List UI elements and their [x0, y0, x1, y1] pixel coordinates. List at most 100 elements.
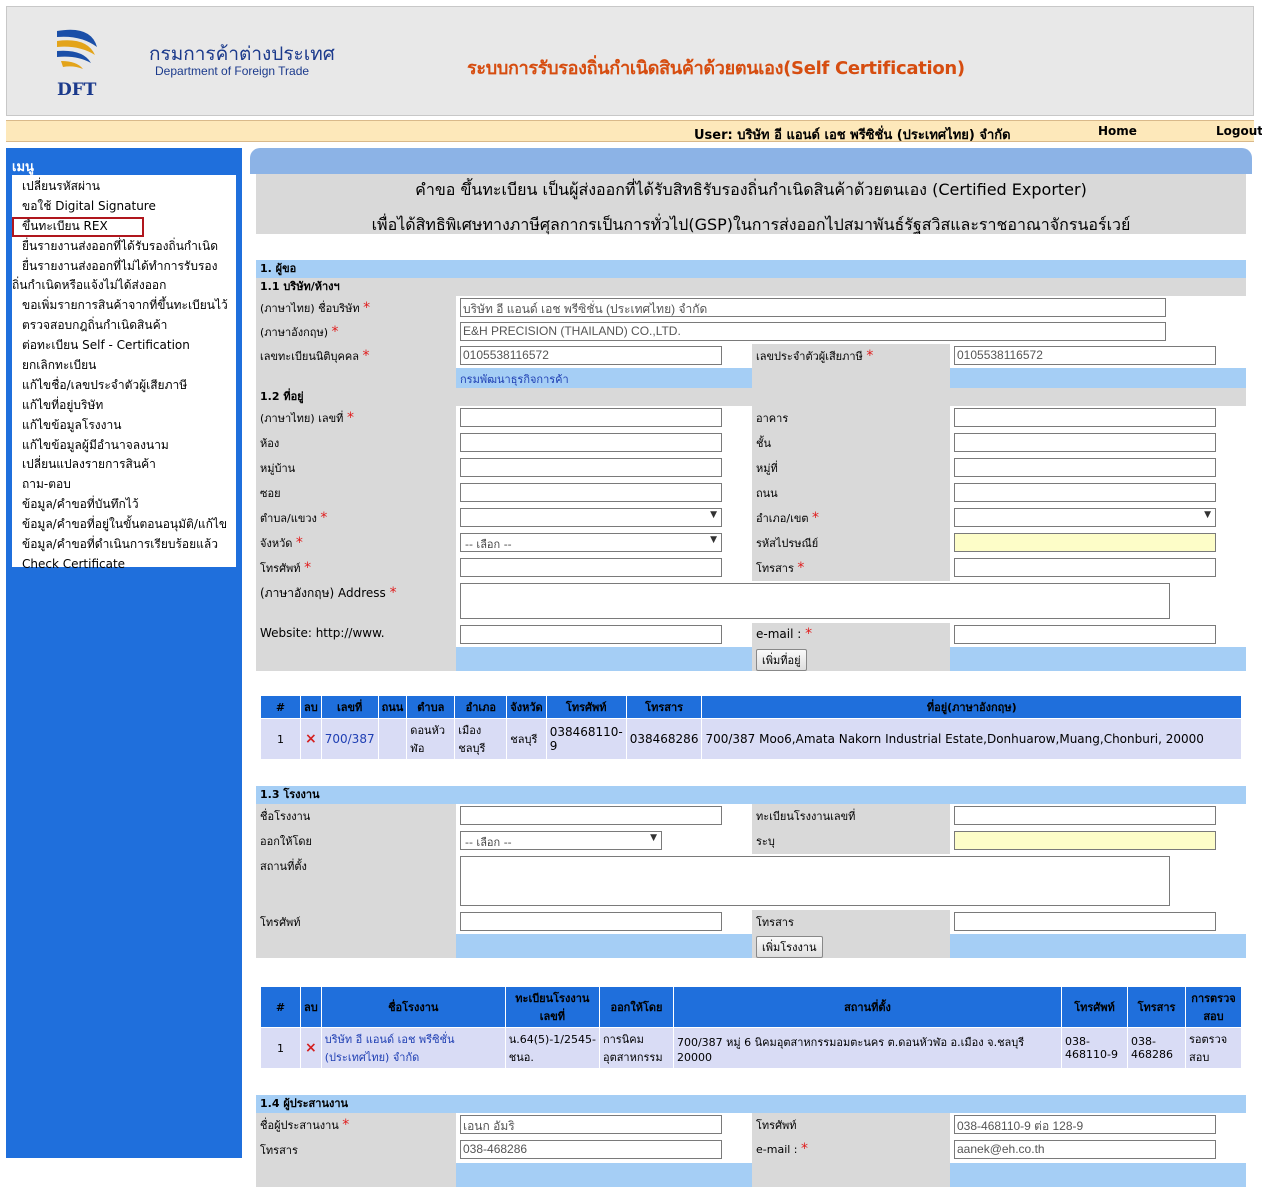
road-label: ถนน — [752, 481, 950, 506]
col-no: # — [260, 986, 301, 1028]
col-inspection: การตรวจสอบ — [1185, 986, 1242, 1028]
postcode-input[interactable] — [954, 533, 1216, 552]
menu-item-cancel-registration[interactable]: ยกเลิกทะเบียน — [12, 356, 236, 376]
cell-addr-no[interactable]: 700/387 — [320, 718, 379, 760]
room-label: ห้อง — [256, 431, 456, 456]
col-factory-reg: ทะเบียนโรงงานเลขที่ — [504, 986, 600, 1028]
col-province: จังหวัด — [506, 695, 547, 719]
coord-fax-input[interactable]: 038-468286 — [460, 1140, 722, 1159]
coord-name-input[interactable]: เอนก อัมริ — [460, 1115, 722, 1134]
home-link[interactable]: Home — [1098, 124, 1137, 138]
factory-phone-label: โทรศัพท์ — [256, 910, 456, 934]
cell-subdistrict: ดอนหัวฬ่อ — [406, 718, 456, 760]
menu-item-saved-requests[interactable]: ข้อมูล/คำขอที่บันทึกไว้ — [12, 495, 236, 515]
website-input[interactable] — [460, 625, 722, 644]
province-select[interactable]: -- เลือก -- ▼ — [460, 533, 722, 552]
form-body: คำขอ ขึ้นทะเบียน เป็นผู้ส่งออกที่ได้รับส… — [256, 174, 1246, 1187]
coord-phone-input[interactable]: 038-468110-9 ต่อ 128-9 — [954, 1115, 1216, 1134]
cell-factory-name[interactable]: บริษัท อี แอนด์ เอช พรีซิชั่น (ประเทศไทย… — [320, 1027, 506, 1069]
logout-link[interactable]: Logout — [1216, 124, 1262, 138]
menu-item-edit-address[interactable]: แก้ไขที่อยู่บริษัท — [12, 396, 236, 416]
table-row: 1 × บริษัท อี แอนด์ เอช พรีซิชั่น (ประเท… — [260, 1027, 1242, 1069]
room-input[interactable] — [460, 433, 722, 452]
factory-phone-input[interactable] — [460, 912, 722, 931]
required-mark: * — [346, 410, 354, 426]
row-name-en: (ภาษาอังกฤษ) * E&H PRECISION (THAILAND) … — [256, 320, 1246, 344]
location-textarea[interactable] — [460, 856, 1170, 906]
form-title-line1: คำขอ ขึ้นทะเบียน เป็นผู้ส่งออกที่ได้รับส… — [415, 180, 1087, 199]
menu-item-edit-name-tax[interactable]: แก้ไขชื่อ/เลขประจำตัวผู้เสียภาษี — [12, 376, 236, 396]
cell-fax: 038-468286 — [1127, 1027, 1186, 1069]
moo-input[interactable] — [954, 458, 1216, 477]
menu-item-change-products[interactable]: เปลี่ยนแปลงรายการสินค้า — [12, 455, 236, 475]
company-name-th-input[interactable]: บริษัท อี แอนด์ เอช พรีซิชั่น (ประเทศไทย… — [460, 298, 1166, 317]
menu-item-change-password[interactable]: เปลี่ยนรหัสผ่าน — [12, 177, 236, 197]
add-factory-button[interactable]: เพิ่มโรงงาน — [756, 936, 823, 958]
section-factory: 1.3 โรงงาน — [256, 786, 1246, 804]
col-delete: ลบ — [300, 986, 322, 1028]
company-name-en-input[interactable]: E&H PRECISION (THAILAND) CO.,LTD. — [460, 322, 1166, 341]
subdistrict-select[interactable]: ▼ — [460, 508, 722, 527]
section-applicant: 1. ผู้ขอ — [256, 260, 1246, 278]
floor-input[interactable] — [954, 433, 1216, 452]
row-room-floor: ห้อง ชั้น — [256, 431, 1246, 456]
phone-input[interactable] — [460, 558, 722, 577]
row-add-address: เพิ่มที่อยู่ — [256, 647, 1246, 671]
add-address-button[interactable]: เพิ่มที่อยู่ — [756, 649, 807, 671]
factory-reg-input[interactable] — [954, 806, 1216, 825]
district-select[interactable]: ▼ — [954, 508, 1216, 527]
col-subdistrict: ตำบล — [406, 695, 456, 719]
issued-by-select[interactable]: -- เลือก -- ▼ — [460, 831, 662, 850]
soi-input[interactable] — [460, 483, 722, 502]
menu-item-export-report-uncertified-cont[interactable]: ถิ่นกำเนิดหรือแจ้งไม่ได้ส่งออก — [12, 276, 236, 296]
col-no: # — [260, 695, 301, 719]
delete-icon[interactable]: × — [305, 1040, 317, 1056]
required-mark: * — [362, 348, 370, 364]
building-input[interactable] — [954, 408, 1216, 427]
building-label: อาคาร — [752, 406, 950, 431]
menu-item-renew-registration[interactable]: ต่อทะเบียน Self - Certification — [12, 336, 236, 356]
reg-no-input[interactable]: 0105538116572 — [460, 346, 722, 365]
delete-icon[interactable]: × — [305, 731, 317, 747]
menu-item-check-certificate[interactable]: Check Certificate — [12, 555, 236, 575]
menu-item-edit-factory[interactable]: แก้ไขข้อมูลโรงงาน — [12, 416, 236, 436]
tax-no-input[interactable]: 0105538116572 — [954, 346, 1216, 365]
menu-item-pending-requests[interactable]: ข้อมูล/คำขอที่อยู่ในขั้นตอนอนุมัติ/แก้ไข — [12, 515, 236, 535]
menu-item-export-report-uncertified[interactable]: ยื่นรายงานส่งออกที่ไม่ได้ทำการรับรอง — [12, 257, 236, 277]
coord-email-input[interactable]: aanek@eh.co.th — [954, 1140, 1216, 1159]
required-mark: * — [389, 585, 397, 601]
logo-text: DFT — [57, 80, 97, 99]
specify-input[interactable] — [954, 831, 1216, 850]
menu-item-add-products[interactable]: ขอเพิ่มรายการสินค้าจากที่ขึ้นทะเบียนไว้ — [12, 296, 236, 316]
dbd-link[interactable]: กรมพัฒนาธุรกิจการค้า — [460, 373, 569, 386]
cell-factory-reg: น.64(5)-1/2545-ชนอ. — [504, 1027, 600, 1069]
cell-address-en: 700/387 Moo6,Amata Nakorn Industrial Est… — [701, 718, 1242, 760]
col-factory-name: ชื่อโรงงาน — [320, 986, 506, 1028]
org-name-en: Department of Foreign Trade — [155, 64, 310, 78]
moo-label: หมู่ที่ — [752, 456, 950, 481]
menu-item-check-origin-rules[interactable]: ตรวจสอบกฎถิ่นกำเนิดสินค้า — [12, 316, 236, 336]
menu-item-completed-requests[interactable]: ข้อมูล/คำขอที่ดำเนินการเรียบร้อยแล้ว — [12, 535, 236, 555]
coord-fax-label: โทรสาร — [256, 1138, 456, 1163]
menu-item-export-report-certified[interactable]: ยื่นรายงานส่งออกที่ได้รับรองถิ่นกำเนิด — [12, 237, 236, 257]
menu-item-edit-signatory[interactable]: แก้ไขข้อมูลผู้มีอำนาจลงนาม — [12, 436, 236, 456]
menu-item-register-rex[interactable]: ขึ้นทะเบียน REX — [12, 216, 144, 237]
factory-fax-input[interactable] — [954, 912, 1216, 931]
required-mark: * — [331, 324, 339, 340]
required-mark: * — [812, 510, 820, 526]
menu-item-digital-signature[interactable]: ขอใช้ Digital Signature — [12, 197, 236, 217]
email-input[interactable] — [954, 625, 1216, 644]
row-village-moo: หมู่บ้าน หมู่ที่ — [256, 456, 1246, 481]
col-road: ถนน — [377, 695, 408, 719]
factory-name-input[interactable] — [460, 806, 722, 825]
fax-input[interactable] — [954, 558, 1216, 577]
factory-reg-label: ทะเบียนโรงงานเลขที่ — [752, 804, 950, 829]
addr-no-input[interactable] — [460, 408, 722, 427]
road-input[interactable] — [954, 483, 1216, 502]
address-en-textarea[interactable] — [460, 583, 1170, 619]
cell-location: 700/387 หมู่ 6 นิคมอุตสาหกรรมอมตะนคร ต.ด… — [672, 1027, 1063, 1069]
cell-issued-by: การนิคมอุตสาหกรรม — [598, 1027, 674, 1069]
col-fax: โทรสาร — [625, 695, 703, 719]
village-input[interactable] — [460, 458, 722, 477]
menu-item-faq[interactable]: ถาม-ตอบ — [12, 475, 236, 495]
